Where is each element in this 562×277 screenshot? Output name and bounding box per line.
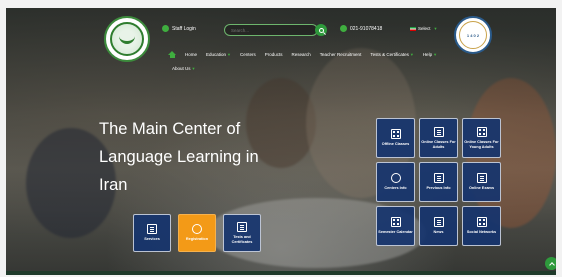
offline-classes-tile[interactable]: Offline Classes	[376, 118, 415, 158]
services-tile[interactable]: Services	[133, 214, 171, 252]
chevron-down-icon: ▼	[433, 52, 438, 57]
hero-heading: The Main Center of Language Learning in …	[99, 115, 259, 199]
nav-item-education-label: Education	[206, 52, 227, 57]
online-classes-young-adults-label: Online Classes For Young Adults	[464, 140, 499, 149]
nav-item-centers[interactable]: Centers	[240, 52, 256, 57]
tests-certificates-label: Tests and Certificates	[231, 235, 253, 244]
chevron-up-icon	[548, 261, 555, 268]
anniversary-badge: 1 4 0 2	[454, 16, 492, 54]
online-classes-adults-tile[interactable]: Online Classes For Adults	[419, 118, 458, 158]
logo-emblem-icon	[110, 22, 144, 56]
hero-line-2: Language Learning in	[99, 148, 259, 166]
search-input[interactable]	[224, 24, 318, 36]
online-classes-young-adults-tile[interactable]: Online Classes For Young Adults	[462, 118, 501, 158]
online-exams-tile[interactable]: Online Exams	[462, 162, 501, 202]
semester-calendar-tile[interactable]: Semester Calendar	[376, 206, 415, 246]
language-selector[interactable]: Select ▼	[410, 26, 437, 31]
chevron-down-icon: ▼	[191, 66, 196, 71]
group-icon	[476, 127, 487, 137]
online-classes-adults-label: Online Classes For Adults	[421, 140, 456, 149]
site-header: Staff Login 021-91078418 Select ▼ 1 4 0 …	[6, 8, 556, 80]
calendar-icon	[390, 217, 401, 228]
nav-item-help[interactable]: Help▼	[423, 52, 437, 57]
news-label: News	[433, 230, 444, 235]
previous-info-tile[interactable]: Previous Info	[419, 162, 458, 202]
page-frame: Staff Login 021-91078418 Select ▼ 1 4 0 …	[6, 8, 556, 275]
chevron-down-icon: ▼	[433, 26, 438, 31]
staff-login-label: Staff Login	[172, 25, 196, 32]
badge-year: 1 4 0 2	[459, 21, 487, 49]
previous-info-label: Previous Info	[426, 186, 451, 191]
nav-item-tests-label: Tests & Certificates	[370, 52, 409, 57]
nav-item-teacher-recruitment[interactable]: Teacher Recruitment	[320, 52, 362, 57]
social-networks-label: Social Networks	[466, 230, 497, 235]
user-icon	[162, 25, 169, 32]
nav-item-products[interactable]: Products	[265, 52, 283, 57]
certificates-icon	[237, 222, 247, 232]
main-nav: Home Education▼ Centers Products Researc…	[168, 51, 437, 58]
location-icon	[390, 173, 401, 184]
phone-contact[interactable]: 021-91078418	[340, 25, 382, 32]
history-icon	[433, 173, 444, 184]
exam-icon	[476, 173, 487, 184]
registration-tile[interactable]: Registration	[178, 214, 216, 252]
laptop-icon	[433, 127, 444, 137]
phone-number: 021-91078418	[350, 25, 383, 32]
social-icon	[476, 217, 487, 228]
quick-links-right: Offline Classes Online Classes For Adult…	[376, 118, 501, 246]
iran-flag-icon	[410, 26, 416, 31]
tests-certificates-tile[interactable]: Tests and Certificates	[223, 214, 261, 252]
registration-icon	[192, 224, 202, 235]
scroll-to-top-button[interactable]	[545, 257, 556, 270]
nav-item-tests-certificates[interactable]: Tests & Certificates▼	[370, 52, 413, 57]
nav-item-about-us[interactable]: About Us▼	[172, 66, 195, 71]
site-logo[interactable]	[104, 16, 150, 62]
home-icon[interactable]	[168, 51, 176, 58]
phone-icon	[340, 25, 347, 32]
centers-info-tile[interactable]: Centers Info	[376, 162, 415, 202]
nav-item-help-label: Help	[422, 52, 433, 57]
hero-line-1: The Main Center of	[99, 120, 241, 138]
search-button[interactable]	[315, 24, 327, 36]
search-icon	[318, 27, 324, 33]
classroom-icon	[390, 129, 401, 140]
centers-info-label: Centers Info	[384, 186, 407, 191]
registration-label: Registration	[185, 237, 209, 242]
social-networks-tile[interactable]: Social Networks	[462, 206, 501, 246]
nav-item-about-label: About Us	[172, 66, 191, 71]
staff-login-link[interactable]: Staff Login	[162, 25, 196, 32]
hero-line-3: Iran	[99, 176, 128, 194]
services-icon	[147, 224, 157, 235]
nav-item-home[interactable]: Home	[185, 52, 197, 57]
nav-item-education[interactable]: Education▼	[206, 52, 231, 57]
language-label: Select	[418, 26, 431, 31]
chevron-down-icon: ▼	[227, 52, 231, 57]
offline-classes-label: Offline Classes	[381, 142, 410, 147]
bottom-bar	[6, 271, 556, 275]
online-exams-label: Online Exams	[468, 186, 495, 191]
quick-links-left: Services Registration Tests and Certific…	[133, 214, 261, 252]
news-icon	[433, 217, 444, 228]
semester-calendar-label: Semester Calendar	[378, 230, 413, 235]
news-tile[interactable]: News	[419, 206, 458, 246]
chevron-down-icon: ▼	[409, 52, 414, 57]
services-label: Services	[144, 237, 160, 242]
nav-item-research[interactable]: Research	[292, 52, 311, 57]
